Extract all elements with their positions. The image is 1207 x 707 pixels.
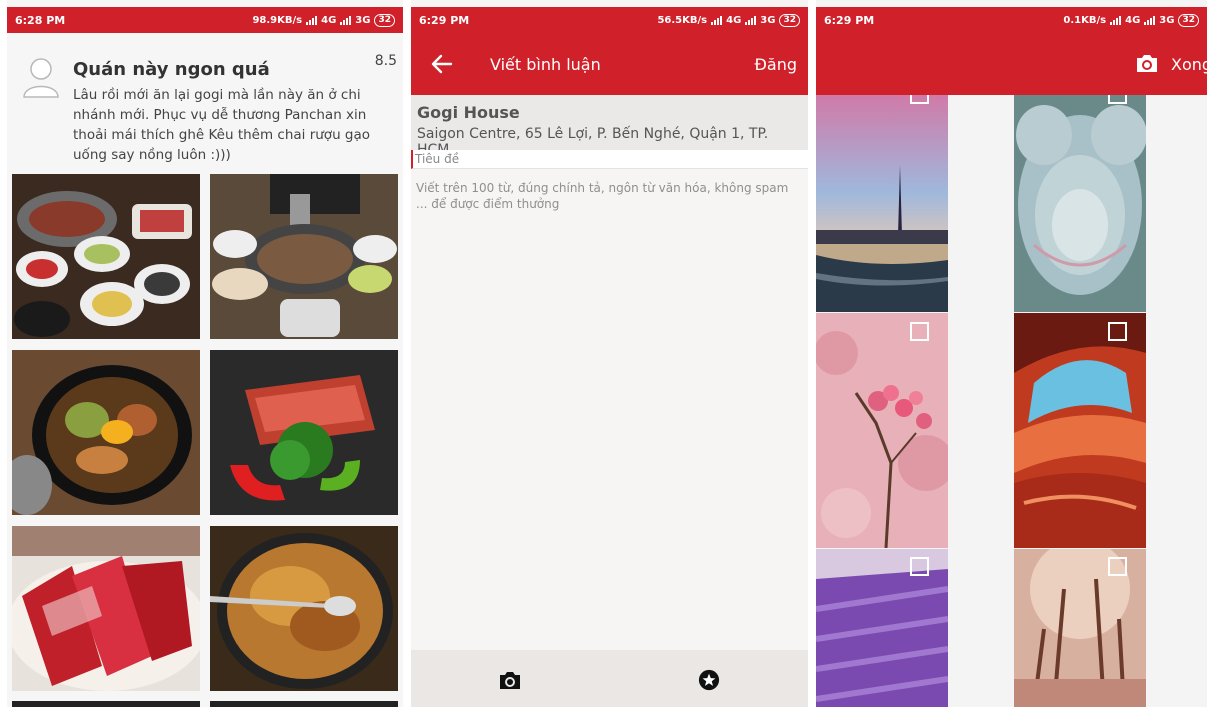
status-net-speed: 98.9KB/s xyxy=(252,14,303,26)
signal-icon xyxy=(745,15,757,25)
status-time: 6:29 PM xyxy=(824,13,875,27)
status-3g: 3G xyxy=(1159,14,1175,26)
gallery-image[interactable] xyxy=(816,95,948,312)
battery-icon: 32 xyxy=(374,13,395,27)
place-name: Gogi House xyxy=(417,103,520,122)
review-photo[interactable] xyxy=(12,701,200,707)
status-bar: 6:29 PM 0.1KB/s 4G 3G 32 xyxy=(816,7,1207,33)
bottom-toolbar xyxy=(411,650,808,707)
review-photo[interactable] xyxy=(210,701,398,707)
status-4g: 4G xyxy=(1125,14,1141,26)
status-3g: 3G xyxy=(355,14,371,26)
review-body: Lâu rồi mới ăn lại gogi mà lần này ăn ở … xyxy=(73,87,371,163)
signal-icon xyxy=(340,15,352,25)
review-photo[interactable] xyxy=(12,350,200,515)
status-bar: 6:28 PM 98.9KB/s 4G 3G 32 xyxy=(7,7,403,33)
gallery-image[interactable] xyxy=(816,313,948,548)
status-bar: 6:29 PM 56.5KB/s 4G 3G 32 xyxy=(411,7,808,33)
place-info: Gogi House Saigon Centre, 65 Lê Lợi, P. … xyxy=(411,95,808,158)
review-photo[interactable] xyxy=(12,526,200,691)
app-bar: Viết bình luận Đăng xyxy=(411,33,808,95)
checkbox-icon[interactable] xyxy=(1108,322,1127,341)
battery-icon: 32 xyxy=(1178,13,1199,27)
review-body-input[interactable] xyxy=(411,176,808,646)
checkbox-icon[interactable] xyxy=(910,95,929,104)
gallery-image[interactable] xyxy=(1014,313,1146,548)
camera-icon[interactable] xyxy=(1135,52,1159,74)
checkbox-icon[interactable] xyxy=(910,557,929,576)
review-screen: 6:28 PM 98.9KB/s 4G 3G 32 Quán này ngon … xyxy=(7,0,403,707)
post-button[interactable]: Đăng xyxy=(755,55,798,74)
gallery-image[interactable] xyxy=(1014,95,1146,312)
status-4g: 4G xyxy=(726,14,742,26)
review-photo[interactable] xyxy=(210,526,398,691)
user-avatar-icon xyxy=(23,58,59,98)
status-time: 6:29 PM xyxy=(419,13,470,27)
write-review-screen: 6:29 PM 56.5KB/s 4G 3G 32 Viết bình luận… xyxy=(411,0,808,707)
review-header: Quán này ngon quá 8.5 Lâu rồi mới ăn lại… xyxy=(7,33,403,169)
star-circle-icon[interactable] xyxy=(697,669,721,691)
camera-icon[interactable] xyxy=(498,669,522,691)
checkbox-icon[interactable] xyxy=(1108,557,1127,576)
signal-icon xyxy=(1110,15,1122,25)
battery-icon: 32 xyxy=(779,13,800,27)
status-3g: 3G xyxy=(760,14,776,26)
review-title: Quán này ngon quá xyxy=(73,59,270,80)
app-bar: Xong xyxy=(816,33,1207,95)
checkbox-icon[interactable] xyxy=(1108,95,1127,104)
done-button[interactable]: Xong xyxy=(1171,55,1207,74)
review-photo[interactable] xyxy=(210,350,398,515)
page-title: Viết bình luận xyxy=(490,55,601,74)
status-4g: 4G xyxy=(321,14,337,26)
review-score: 8.5 xyxy=(374,53,397,69)
signal-icon xyxy=(711,15,723,25)
gallery-image[interactable] xyxy=(1014,549,1146,707)
status-net-speed: 0.1KB/s xyxy=(1063,14,1107,26)
signal-icon xyxy=(306,15,318,25)
status-time: 6:28 PM xyxy=(15,13,66,27)
review-photo[interactable] xyxy=(210,174,398,339)
signal-icon xyxy=(1144,15,1156,25)
status-net-speed: 56.5KB/s xyxy=(657,14,708,26)
checkbox-icon[interactable] xyxy=(910,322,929,341)
review-photo[interactable] xyxy=(12,174,200,339)
image-picker-screen: 6:29 PM 0.1KB/s 4G 3G 32 Xong xyxy=(816,0,1207,707)
gallery-image[interactable] xyxy=(816,549,948,707)
review-title-input[interactable] xyxy=(411,150,808,169)
arrow-left-icon[interactable] xyxy=(431,53,453,75)
